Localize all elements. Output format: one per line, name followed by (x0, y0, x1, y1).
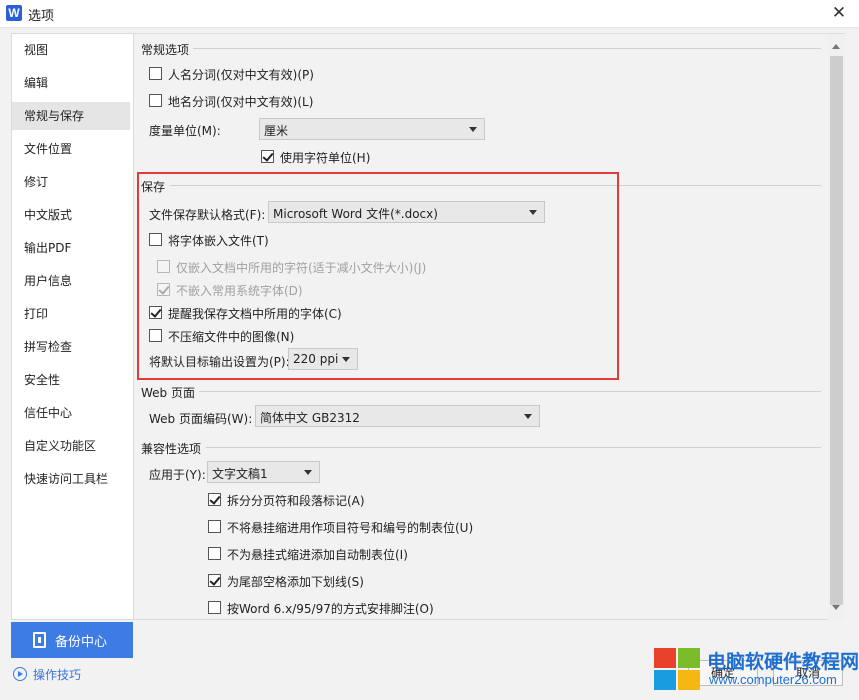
watermark-title: 电脑软硬件教程网 (707, 651, 859, 673)
checkbox-label: 人名分词(仅对中文有效)(P) (168, 68, 314, 82)
backup-center-button[interactable]: 备份中心 (11, 622, 133, 658)
title-bar: W 选项 ✕ (0, 0, 859, 28)
section-title-web: Web 页面 (141, 384, 199, 401)
backup-center-label: 备份中心 (55, 635, 108, 650)
sidebar-item-spell-check[interactable]: 拼写检查 (12, 333, 130, 361)
scroll-down-icon[interactable] (832, 605, 840, 610)
checkbox-box[interactable] (208, 601, 221, 614)
sidebar-item-quick-access[interactable]: 快速访问工具栏 (12, 465, 130, 493)
checkbox-box[interactable] (261, 150, 274, 163)
scrollbar-thumb[interactable] (830, 56, 843, 605)
windows-logo-icon (654, 648, 702, 692)
backup-icon (33, 632, 46, 648)
sidebar-item-print[interactable]: 打印 (12, 300, 130, 328)
checkbox-box[interactable] (149, 67, 162, 80)
vertical-scrollbar[interactable] (828, 34, 845, 620)
close-icon[interactable]: ✕ (829, 3, 849, 23)
checkbox-label: 不为悬挂式缩进添加自动制表位(I) (227, 548, 408, 562)
checkbox-label: 按Word 6.x/95/97的方式安排脚注(O) (227, 602, 434, 616)
options-sidebar: 视图 编辑 常规与保存 文件位置 修订 中文版式 输出PDF 用户信息 打印 拼… (11, 33, 133, 620)
sidebar-item-export-pdf[interactable]: 输出PDF (12, 234, 130, 262)
unit-value: 厘米 (264, 124, 289, 138)
section-title-general: 常规选项 (141, 41, 194, 58)
apply-to-value: 文字文稿1 (212, 467, 268, 481)
web-encoding-select[interactable]: 简体中文 GB2312 (255, 405, 540, 427)
checkbox-box[interactable] (208, 520, 221, 533)
section-divider (199, 391, 821, 392)
sidebar-item-customize-ribbon[interactable]: 自定义功能区 (12, 432, 130, 460)
chevron-down-icon (469, 127, 477, 132)
checkbox-box[interactable] (149, 94, 162, 107)
section-divider (206, 447, 821, 448)
unit-select[interactable]: 厘米 (259, 118, 485, 140)
sidebar-item-revisions[interactable]: 修订 (12, 168, 130, 196)
sidebar-item-general-save[interactable]: 常规与保存 (12, 102, 130, 130)
checkbox-label: 不将悬挂缩进用作项目符号和编号的制表位(U) (227, 521, 474, 535)
sidebar-item-security[interactable]: 安全性 (12, 366, 130, 394)
sidebar-item-edit[interactable]: 编辑 (12, 69, 130, 97)
checkbox-box[interactable] (208, 547, 221, 560)
sidebar-item-view[interactable]: 视图 (12, 36, 130, 64)
sidebar-item-chinese-layout[interactable]: 中文版式 (12, 201, 130, 229)
unit-label: 度量单位(M): (149, 124, 221, 138)
scroll-up-icon[interactable] (832, 44, 840, 49)
sidebar-item-trust-center[interactable]: 信任中心 (12, 399, 130, 427)
site-watermark: 电脑软硬件教程网 www.computer26.com (652, 646, 859, 698)
play-circle-icon (13, 667, 27, 681)
checkbox-label: 使用字符单位(H) (280, 151, 371, 165)
chevron-down-icon (524, 414, 532, 419)
wps-writer-icon: W (6, 5, 22, 21)
section-title-compat: 兼容性选项 (141, 440, 206, 457)
web-encoding-label: Web 页面编码(W): (149, 412, 253, 426)
checkbox-box[interactable] (208, 574, 221, 587)
tips-label: 操作技巧 (33, 668, 82, 682)
sidebar-item-file-locations[interactable]: 文件位置 (12, 135, 130, 163)
checkbox-label: 为尾部空格添加下划线(S) (227, 575, 364, 589)
apply-to-select[interactable]: 文字文稿1 (207, 461, 320, 483)
checkbox-box[interactable] (208, 493, 221, 506)
save-section-highlight (137, 172, 619, 380)
watermark-url: www.computer26.com (709, 672, 837, 687)
section-divider (193, 48, 821, 49)
window-title: 选项 (28, 9, 55, 24)
web-encoding-value: 简体中文 GB2312 (260, 411, 360, 425)
sidebar-item-user-info[interactable]: 用户信息 (12, 267, 130, 295)
chevron-down-icon (304, 470, 312, 475)
checkbox-label: 拆分分页符和段落标记(A) (227, 494, 365, 508)
checkbox-label: 地名分词(仅对中文有效)(L) (168, 95, 314, 109)
apply-to-label: 应用于(Y): (149, 468, 206, 482)
